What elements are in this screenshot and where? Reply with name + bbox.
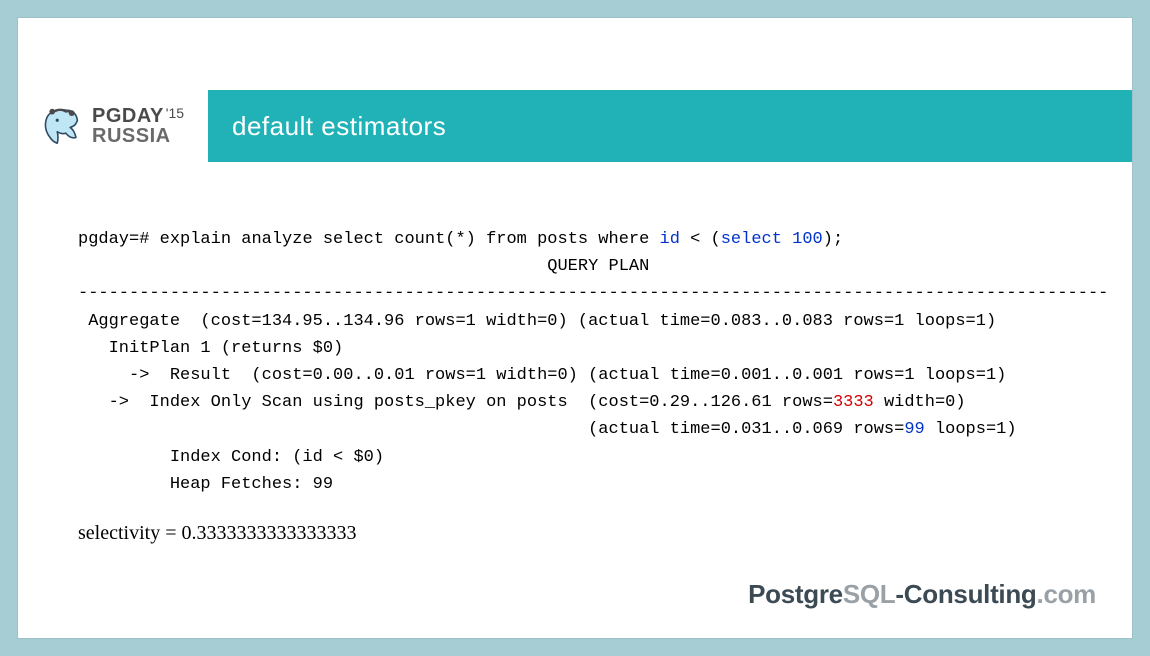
code-block: pgday=# explain analyze select count(*) …: [78, 226, 1072, 498]
logo-line2: RUSSIA: [92, 126, 184, 146]
slide: PGDAY'15 RUSSIA default estimators pgday…: [18, 18, 1132, 638]
actual-rows: 99: [904, 420, 924, 439]
footer-part: SQL: [843, 579, 896, 609]
sql-col: id: [660, 230, 680, 249]
footer-brand: PostgreSQL-Consulting.com: [748, 579, 1096, 610]
slide-title: default estimators: [232, 111, 446, 142]
plan-line: width=0): [874, 393, 966, 412]
plan-line: (actual time=0.031..0.069 rows=: [78, 420, 904, 439]
logo-line1: PGDAY: [92, 105, 164, 127]
plan-line: Aggregate (cost=134.95..134.96 rows=1 wi…: [78, 312, 996, 331]
plan-line: -> Index Only Scan using posts_pkey on p…: [78, 393, 833, 412]
footer-part: Postgre: [748, 579, 843, 609]
elephant-icon: [40, 103, 86, 149]
plan-line: Heap Fetches: 99: [78, 475, 333, 494]
sql-keyword: select: [721, 230, 782, 249]
sql-text: < (: [680, 230, 721, 249]
estimated-rows: 3333: [833, 393, 874, 412]
event-logo: PGDAY'15 RUSSIA: [40, 90, 208, 162]
plan-line: loops=1): [925, 420, 1017, 439]
logo-year: '15: [166, 105, 184, 121]
plan-line: -> Result (cost=0.00..0.01 rows=1 width=…: [78, 366, 1006, 385]
sql-literal: 100: [782, 230, 823, 249]
prompt: pgday=#: [78, 230, 160, 249]
logo-text: PGDAY'15 RUSSIA: [92, 106, 184, 146]
footer-part: .com: [1037, 579, 1096, 609]
content-area: pgday=# explain analyze select count(*) …: [78, 226, 1072, 558]
footer-part: -Consulting: [895, 579, 1036, 609]
title-bar: default estimators: [208, 90, 1132, 162]
divider: ----------------------------------------…: [78, 284, 1108, 303]
selectivity-note: selectivity = 0.3333333333333333: [78, 522, 1072, 545]
plan-line: Index Cond: (id < $0): [78, 448, 384, 467]
sql-text: );: [823, 230, 843, 249]
sql-text: explain analyze select count(*) from pos…: [160, 230, 660, 249]
plan-line: InitPlan 1 (returns $0): [78, 339, 343, 358]
query-plan-label: QUERY PLAN: [78, 257, 649, 276]
